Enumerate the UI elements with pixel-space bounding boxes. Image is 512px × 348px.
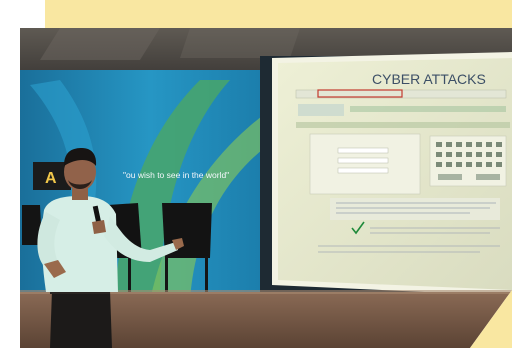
slide-header-strip <box>350 106 506 112</box>
slide-nav-strip <box>296 122 510 128</box>
presenter-trousers <box>50 290 112 348</box>
presenter-mic-hand <box>92 220 106 234</box>
presentation-photo: "ou wish to see in the world" A CYBER AT… <box>0 0 512 348</box>
photo-content: "ou wish to see in the world" A CYBER AT… <box>20 28 512 348</box>
slide-info-block <box>330 198 500 220</box>
ceiling-panel <box>180 28 300 58</box>
wall-slogan: "ou wish to see in the world" <box>123 170 229 180</box>
slide-password-field <box>337 157 389 164</box>
slide-username-field <box>337 147 389 154</box>
slide-bank-logo <box>298 104 344 116</box>
slide-login-panel <box>309 133 421 195</box>
slide-virtual-keyboard <box>429 135 507 187</box>
top-accent-band <box>45 0 512 28</box>
slide-captcha-field <box>337 167 389 174</box>
sign-letter: A <box>45 170 57 187</box>
photo-frame: "ou wish to see in the world" A CYBER AT… <box>0 0 512 348</box>
ceiling-panel <box>40 28 160 60</box>
slide-title: CYBER ATTACKS <box>372 71 486 87</box>
